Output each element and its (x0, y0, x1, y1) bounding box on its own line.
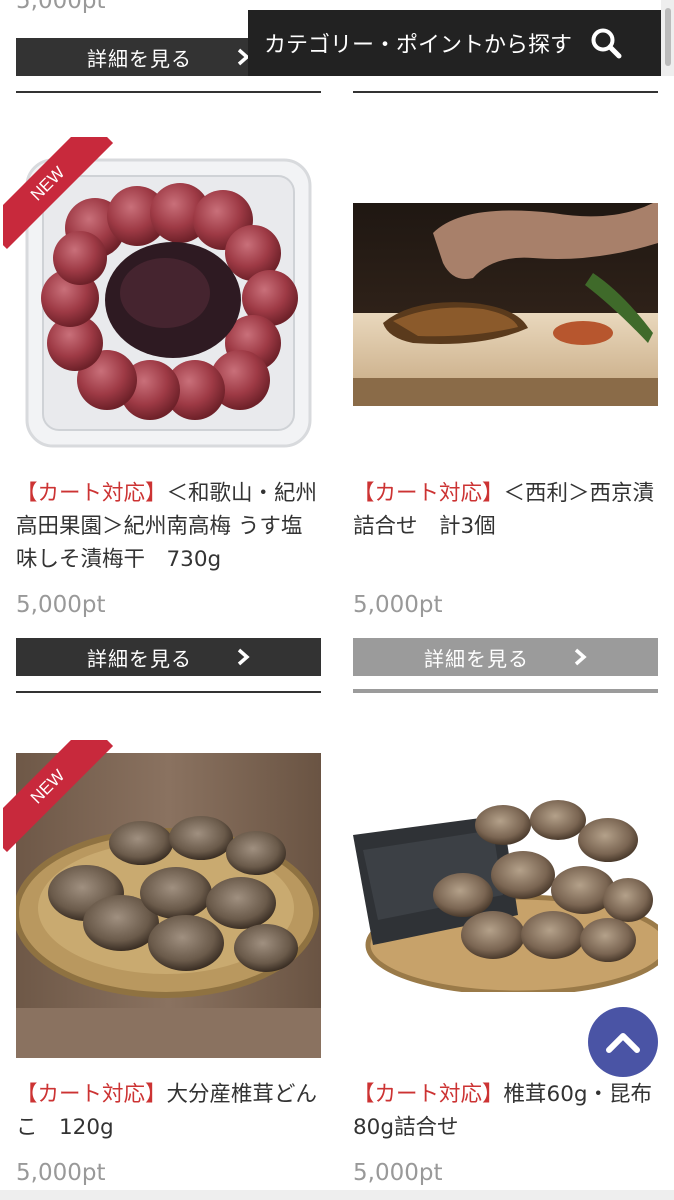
search-icon (591, 28, 622, 59)
product-title[interactable]: 【カート対応】大分産椎茸どんこ 120g (16, 1078, 321, 1144)
cart-tag: 【カート対応】 (353, 481, 504, 506)
scroll-to-top-button[interactable] (588, 1007, 658, 1077)
partial-points: 5,000pt (16, 0, 106, 14)
detail-button-label: 詳細を見る (87, 646, 192, 671)
cart-tag: 【カート対応】 (16, 481, 167, 506)
chevron-right-icon (574, 648, 587, 666)
new-badge-label: NEW (3, 137, 114, 250)
product-title[interactable]: 【カート対応】椎茸60g・昆布80g詰合せ (353, 1078, 658, 1144)
divider (16, 691, 321, 693)
product-image-shiitake-kombu[interactable] (353, 795, 658, 992)
product-points: 5,000pt (16, 1160, 106, 1186)
cart-tag: 【カート対応】 (16, 1082, 167, 1107)
new-badge-label: NEW (3, 740, 114, 853)
divider (353, 91, 658, 93)
product-image-saikyo[interactable] (353, 203, 658, 406)
product-points: 5,000pt (353, 1160, 443, 1186)
divider (353, 689, 658, 693)
cart-tag: 【カート対応】 (353, 1082, 504, 1107)
scrollbar[interactable] (661, 0, 674, 76)
chevron-up-icon (606, 1033, 640, 1053)
detail-button[interactable]: 詳細を見る (16, 638, 321, 676)
category-search-bar[interactable]: カテゴリー・ポイントから探す (248, 10, 674, 76)
divider (16, 91, 321, 93)
product-points: 5,000pt (16, 592, 106, 618)
search-bar-label: カテゴリー・ポイントから探す (264, 33, 573, 58)
new-badge: NEW (3, 740, 123, 860)
detail-button-label: 詳細を見る (424, 646, 529, 671)
new-badge: NEW (3, 137, 123, 257)
detail-button-label: 詳細を見る (87, 46, 192, 71)
product-title[interactable]: 【カート対応】＜西利＞西京漬詰合せ 計3個 (353, 477, 658, 543)
bottom-edge (0, 1190, 674, 1200)
product-points: 5,000pt (353, 592, 443, 618)
detail-button[interactable]: 詳細を見る (353, 638, 658, 676)
product-title[interactable]: 【カート対応】＜和歌山・紀州高田果園＞紀州南高梅 うす塩味しそ漬梅干 730g (16, 477, 321, 576)
chevron-right-icon (237, 648, 250, 666)
